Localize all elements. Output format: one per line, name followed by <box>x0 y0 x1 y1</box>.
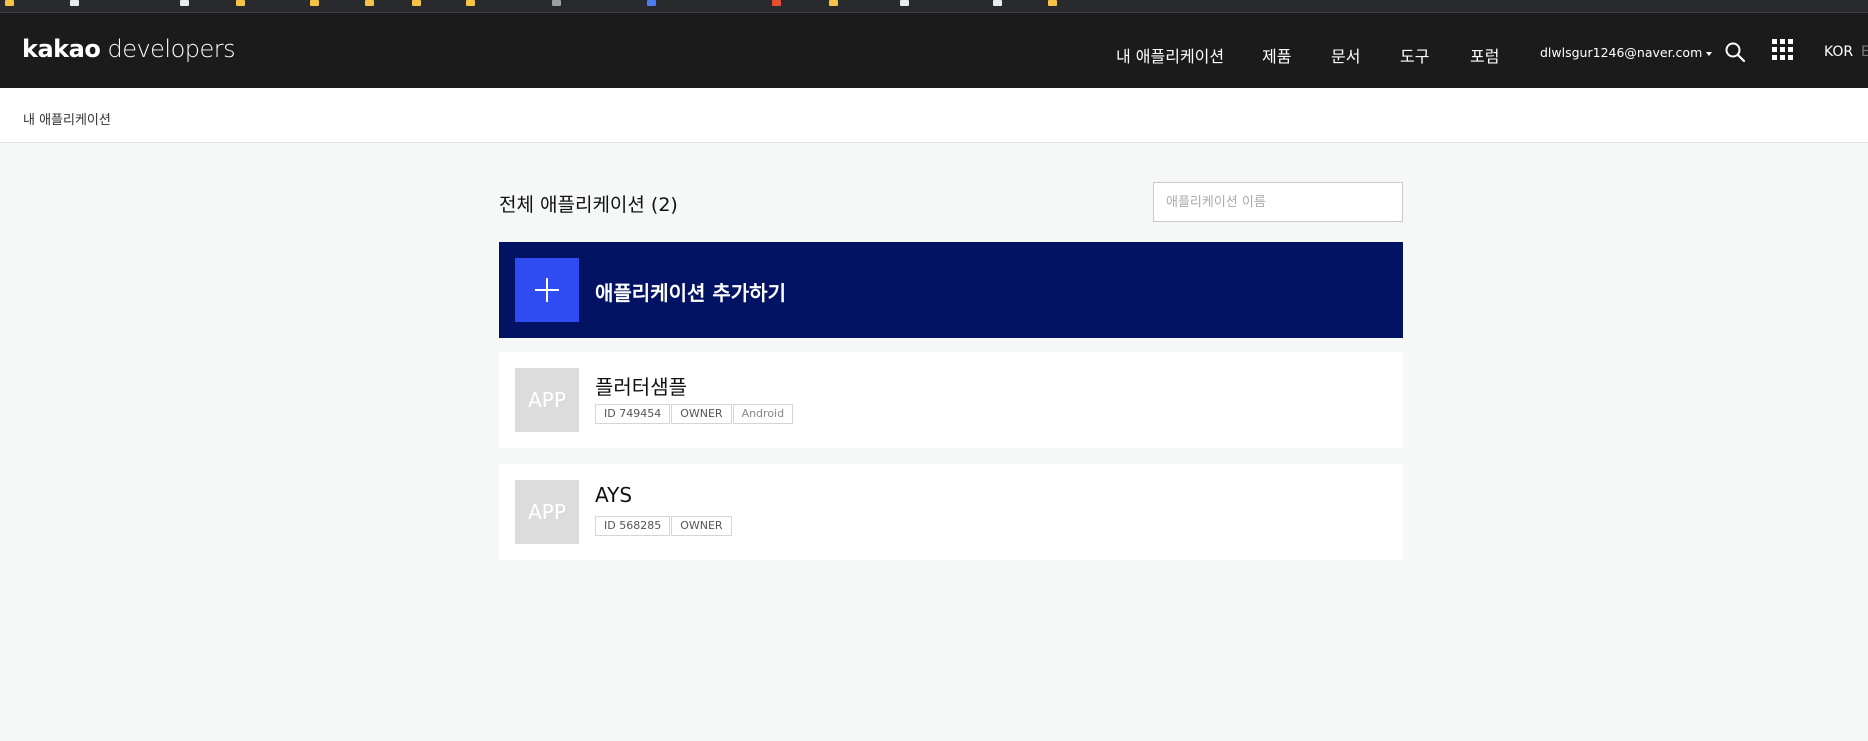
app-id-tag: ID 749454 <box>595 404 671 424</box>
caret-down-icon <box>1706 51 1713 56</box>
bookmark-folder-icon[interactable] <box>466 0 475 6</box>
bookmark-page-icon[interactable] <box>993 0 1002 6</box>
app-role-tag: OWNER <box>671 516 732 536</box>
account-menu[interactable]: dlwlsgur1246@naver.com <box>1540 45 1713 60</box>
nav-forum[interactable]: 포럼 <box>1470 43 1499 67</box>
bookmark-page-icon[interactable] <box>70 0 79 6</box>
nav-docs[interactable]: 문서 <box>1331 43 1360 67</box>
logo-brand: kakao <box>22 35 101 63</box>
language-kor[interactable]: KOR <box>1824 44 1853 60</box>
bookmarks-bar <box>0 0 1868 13</box>
nav-products[interactable]: 제품 <box>1262 43 1291 67</box>
account-email: dlwlsgur1246@naver.com <box>1540 45 1703 60</box>
page-title: 전체 애플리케이션 (2) <box>499 194 678 216</box>
bookmark-folder-icon[interactable] <box>310 0 319 6</box>
search-icon[interactable] <box>1724 41 1746 63</box>
app-thumbnail: APP <box>515 368 579 432</box>
nav-my-applications[interactable]: 내 애플리케이션 <box>1116 43 1224 67</box>
app-thumbnail: APP <box>515 480 579 544</box>
app-role-tag: OWNER <box>671 404 732 424</box>
bookmark-page-icon[interactable] <box>772 0 781 6</box>
top-navigation: kakao developers 내 애플리케이션 제품 문서 도구 포럼 dl… <box>0 13 1868 88</box>
app-card[interactable]: APP 플러터샘플 ID 749454 OWNER Android <box>499 352 1403 448</box>
app-tags: ID 568285 OWNER <box>595 516 733 536</box>
app-platform-tag: Android <box>732 404 794 424</box>
sub-navigation: 내 애플리케이션 <box>0 88 1868 143</box>
bookmark-folder-icon[interactable] <box>5 0 14 6</box>
bookmark-folder-icon[interactable] <box>1048 0 1057 6</box>
bookmark-folder-icon[interactable] <box>412 0 421 6</box>
language-other[interactable]: E <box>1861 44 1868 60</box>
breadcrumb[interactable]: 내 애플리케이션 <box>23 109 111 128</box>
bookmark-folder-icon[interactable] <box>365 0 374 6</box>
app-tags: ID 749454 OWNER Android <box>595 404 794 424</box>
bookmark-page-icon[interactable] <box>180 0 189 6</box>
logo-suffix: developers <box>107 35 236 63</box>
bookmark-folder-icon[interactable] <box>829 0 838 6</box>
add-application-label: 애플리케이션 추가하기 <box>595 281 786 305</box>
apps-grid-icon[interactable] <box>1772 39 1794 61</box>
app-id-tag: ID 568285 <box>595 516 671 536</box>
bookmark-page-icon[interactable] <box>647 0 656 6</box>
app-name: 플러터샘플 <box>595 375 687 399</box>
bookmark-page-icon[interactable] <box>900 0 909 6</box>
nav-tools[interactable]: 도구 <box>1400 43 1429 67</box>
bookmark-page-icon[interactable] <box>552 0 561 6</box>
plus-icon <box>515 258 579 322</box>
app-name: AYS <box>595 483 633 507</box>
add-application-button[interactable]: 애플리케이션 추가하기 <box>499 242 1403 338</box>
kakao-developers-logo[interactable]: kakao developers <box>22 35 236 63</box>
app-card[interactable]: APP AYS ID 568285 OWNER <box>499 464 1403 560</box>
app-search-input[interactable] <box>1153 182 1403 222</box>
bookmark-folder-icon[interactable] <box>236 0 245 6</box>
